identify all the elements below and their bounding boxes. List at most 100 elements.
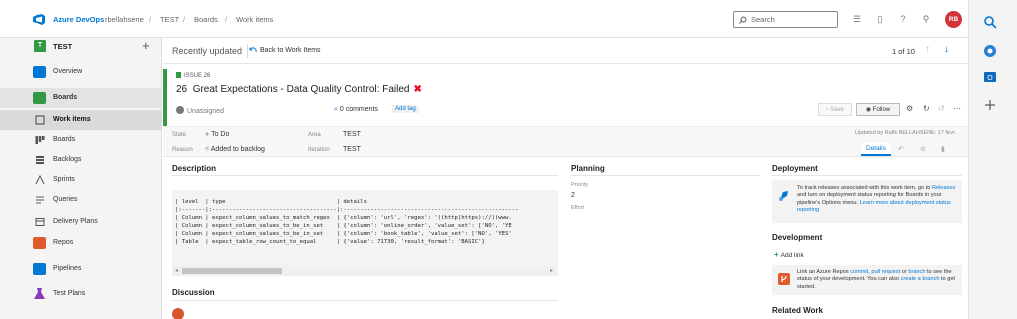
delivery-plans-icon (35, 218, 45, 226)
sidebar-item-boards[interactable]: Boards (0, 88, 162, 108)
horizontal-scrollbar[interactable]: ◂ ▸ (172, 266, 558, 276)
history-icon[interactable]: ↶ (898, 145, 904, 153)
recently-updated-dropdown[interactable]: Recently updated (172, 46, 242, 56)
brand-link[interactable]: Azure DevOps (53, 15, 104, 24)
breadcrumb-boards[interactable]: Boards (194, 15, 218, 24)
search-placeholder: Search (751, 15, 775, 24)
sidebar-item-delivery-plans[interactable]: Delivery Plans (0, 212, 162, 232)
planning-heading: Planning (571, 164, 605, 173)
back-label: Back to Work Items (260, 47, 321, 54)
sidebar-item-repos[interactable]: Repos (0, 233, 162, 253)
reason-label: Reason (172, 147, 193, 153)
search-icon (739, 16, 747, 24)
sidebar-item-work-items[interactable]: Work items (0, 110, 162, 130)
reason-value: Added to backlog (210, 146, 265, 153)
overview-icon (33, 66, 46, 78)
iteration-field[interactable]: TEST (343, 146, 361, 153)
search-input[interactable]: Search (733, 11, 838, 28)
breadcrumb-project[interactable]: TEST (160, 15, 179, 24)
sidebar-item-label: Boards (53, 94, 78, 101)
copilot-icon[interactable] (983, 44, 997, 58)
sidebar-item-overview[interactable]: Overview (0, 62, 162, 82)
sidebar-item-backlogs[interactable]: Backlogs (0, 150, 162, 170)
scrollbar-thumb[interactable] (182, 268, 282, 274)
add-link-button[interactable]: + Add link (774, 250, 804, 259)
project-header[interactable]: T TEST + (0, 38, 162, 58)
pull-request-link[interactable]: pull request (871, 269, 900, 275)
tab-details[interactable]: Details (861, 143, 891, 156)
description-content[interactable]: | level | type | details |:-------|:----… (172, 190, 558, 266)
assigned-to-label: Unassigned (187, 108, 224, 115)
back-arrow-icon (249, 47, 257, 53)
sidebar-item-label: Delivery Plans (53, 218, 98, 225)
deployment-text-a: To track releases associated with this w… (797, 185, 932, 191)
priority-field[interactable]: 2 (571, 192, 575, 199)
description-heading: Description (172, 164, 217, 173)
comment-icon: ⌕ (334, 106, 338, 113)
save-icon: ▫ (826, 107, 829, 113)
sidebar-item-pipelines[interactable]: Pipelines (0, 259, 162, 279)
add-icon[interactable] (983, 98, 997, 112)
pipelines-icon (33, 263, 46, 275)
branch-link[interactable]: branch (908, 269, 925, 275)
reason-field[interactable]: ⍟ Added to backlog (205, 146, 265, 154)
code-line: | level | type | details (175, 199, 367, 205)
divider (247, 44, 248, 58)
work-item-title[interactable]: 26 Great Expectations - Data Quality Con… (176, 84, 422, 95)
project-badge: T (34, 40, 46, 52)
sidebar-item-label: Test Plans (53, 290, 86, 297)
breadcrumb-work-items[interactable]: Work items (236, 15, 273, 24)
assigned-to-field[interactable]: Unassigned (176, 106, 224, 115)
add-icon: + (774, 250, 779, 259)
development-card: Link an Azure Repos commit, pull request… (772, 265, 962, 295)
sprints-icon (35, 175, 45, 185)
previous-arrow-icon[interactable]: ↑ (925, 44, 930, 55)
backlogs-icon (36, 156, 44, 164)
state-value: To Do (211, 131, 230, 138)
undo-icon[interactable]: ↺ (938, 104, 945, 113)
create-branch-link[interactable]: create a branch (901, 276, 940, 282)
divider (772, 175, 962, 176)
sidebar: T TEST + Overview Boards Work items Boar… (0, 38, 162, 319)
sidebar-item-sprints[interactable]: Sprints (0, 170, 162, 190)
refresh-icon[interactable]: ↻ (923, 104, 930, 113)
azure-devops-logo-icon[interactable] (33, 14, 45, 25)
attachment-icon[interactable]: ▮ (941, 145, 945, 153)
scroll-right-icon[interactable]: ▸ (550, 267, 553, 274)
scroll-left-icon[interactable]: ◂ (175, 267, 178, 274)
main-content: Recently updated Back to Work Items 1 of… (163, 38, 968, 319)
links-icon[interactable]: ⊘ (920, 145, 926, 153)
next-arrow-icon[interactable]: ↓ (944, 44, 949, 55)
sidebar-item-boards-sub[interactable]: Boards (0, 130, 162, 150)
org-name[interactable]: rbellahsene (105, 15, 144, 24)
outlook-icon[interactable]: O (983, 70, 997, 84)
sidebar-item-queries[interactable]: Queries (0, 190, 162, 210)
back-to-work-items-link[interactable]: Back to Work Items (249, 47, 321, 54)
work-item-type-label: ISSUE 26 (184, 73, 211, 79)
add-tag-button[interactable]: Add tag (392, 105, 419, 113)
avatar[interactable]: RB (945, 11, 962, 28)
list-icon[interactable]: ☰ (851, 13, 863, 25)
comments-link[interactable]: ⌕ 0 comments (334, 106, 378, 114)
work-item-title-text: Great Expectations - Data Quality Contro… (192, 84, 410, 95)
sidebar-item-label: Overview (53, 68, 83, 75)
sidebar-item-test-plans[interactable]: Test Plans (0, 284, 162, 304)
avatar (172, 308, 184, 319)
commit-link[interactable]: commit (850, 269, 868, 275)
more-actions-icon[interactable]: ⋯ (953, 104, 961, 113)
help-icon[interactable]: ? (897, 13, 909, 25)
iteration-label: Iteration (308, 147, 330, 153)
area-field[interactable]: TEST (343, 131, 361, 138)
sidebar-item-label: Pipelines (53, 265, 82, 272)
user-settings-icon[interactable]: ⚲ (920, 13, 932, 25)
work-items-icon (35, 115, 45, 125)
state-field[interactable]: ● To Do (205, 131, 229, 138)
add-icon[interactable]: + (142, 38, 150, 53)
gear-icon[interactable]: ⚙ (906, 104, 913, 113)
search-icon[interactable] (983, 15, 997, 29)
releases-link[interactable]: Releases (932, 185, 955, 191)
work-item-header: ISSUE 26 26 Great Expectations - Data Qu… (163, 69, 968, 126)
save-button[interactable]: ▫ Save (818, 103, 852, 116)
clipboard-icon[interactable]: ▯ (874, 13, 886, 25)
follow-button[interactable]: ◉ Follow (856, 103, 900, 116)
